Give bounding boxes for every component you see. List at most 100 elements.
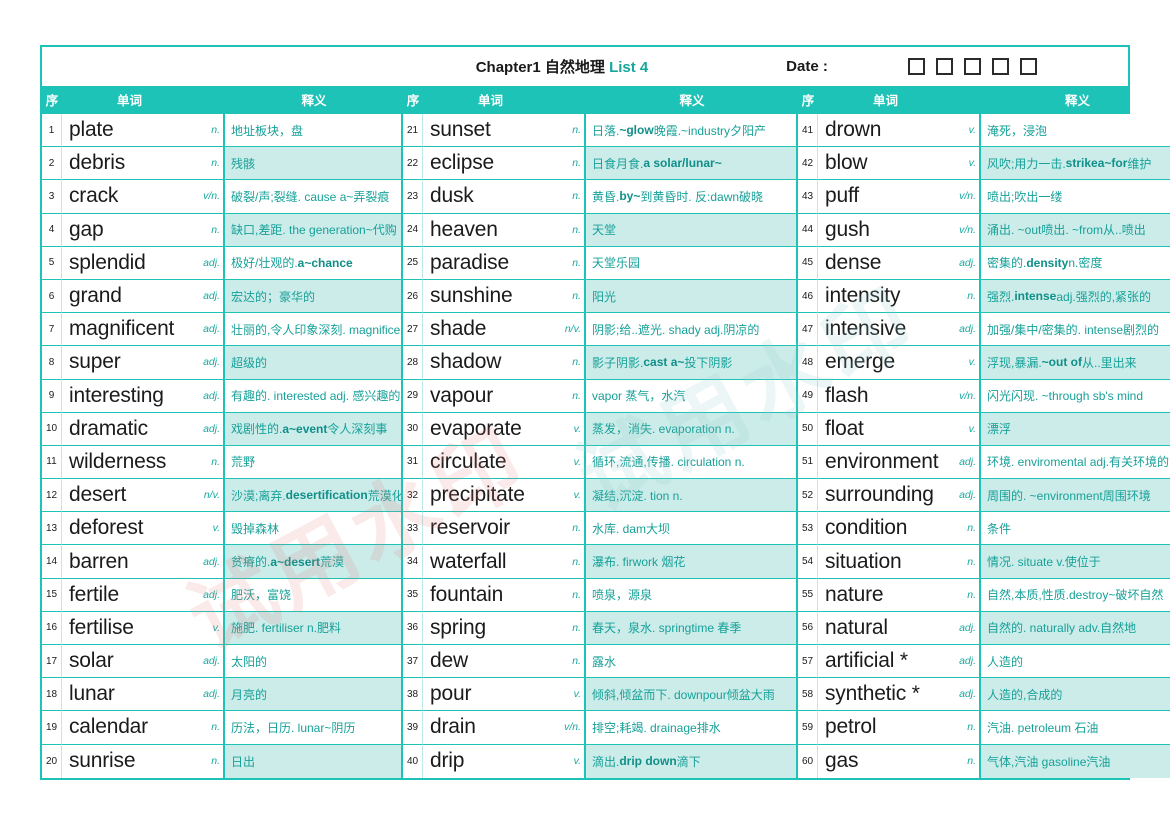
entry-word[interactable]: splendid bbox=[62, 246, 197, 280]
entry-word[interactable]: sunshine bbox=[423, 279, 558, 314]
entry-word[interactable]: drip bbox=[423, 744, 558, 778]
row-block: 50 float v. 漂浮 bbox=[798, 412, 1170, 446]
row-block: 38 pour v. 倾斜,倾盆而下. downpour倾盆大雨 bbox=[403, 678, 798, 712]
entry-word[interactable]: petrol bbox=[818, 711, 953, 745]
entry-word[interactable]: surrounding bbox=[818, 479, 953, 513]
row-block: 6 grand adj. 宏达的；豪华的 bbox=[42, 279, 403, 314]
row-block: 58 synthetic * adj. 人造的,合成的 bbox=[798, 678, 1170, 712]
entry-word[interactable]: environment bbox=[818, 445, 953, 480]
entry-number: 24 bbox=[403, 213, 423, 247]
entry-word[interactable]: pour bbox=[423, 678, 558, 712]
entry-word[interactable]: shadow bbox=[423, 346, 558, 380]
date-checkbox-2[interactable] bbox=[936, 58, 953, 75]
entry-word[interactable]: sunrise bbox=[62, 744, 197, 778]
entry-word[interactable]: dramatic bbox=[62, 412, 197, 446]
entry-word[interactable]: interesting bbox=[62, 379, 197, 413]
entry-word[interactable]: vapour bbox=[423, 379, 558, 413]
date-checkbox-5[interactable] bbox=[1020, 58, 1037, 75]
entry-word[interactable]: blow bbox=[818, 147, 953, 181]
entry-word[interactable]: crack bbox=[62, 180, 197, 214]
entry-definition: 漂浮 bbox=[981, 412, 1170, 446]
entry-word[interactable]: condition bbox=[818, 512, 953, 546]
entry-word[interactable]: waterfall bbox=[423, 545, 558, 579]
entry-word[interactable]: drown bbox=[818, 114, 953, 148]
entry-word[interactable]: dusk bbox=[423, 180, 558, 214]
entry-word[interactable]: reservoir bbox=[423, 512, 558, 546]
entry-word[interactable]: emerge bbox=[818, 346, 953, 380]
entry-number: 5 bbox=[42, 246, 62, 280]
date-checkbox-4[interactable] bbox=[992, 58, 1009, 75]
entry-number: 39 bbox=[403, 711, 423, 745]
entry-definition: 沙漠;离弃. desertification 荒漠化 bbox=[225, 479, 403, 513]
entry-word[interactable]: lunar bbox=[62, 678, 197, 712]
entry-word[interactable]: spring bbox=[423, 611, 558, 645]
entry-word[interactable]: heaven bbox=[423, 213, 558, 247]
row-block: 13 deforest v. 毁掉森林 bbox=[42, 512, 403, 546]
entry-word[interactable]: grand bbox=[62, 279, 197, 314]
entry-word[interactable]: wilderness bbox=[62, 445, 197, 480]
entry-word[interactable]: debris bbox=[62, 147, 197, 181]
entry-word[interactable]: evaporate bbox=[423, 412, 558, 446]
entry-word[interactable]: artificial * bbox=[818, 645, 953, 679]
entry-word[interactable]: plate bbox=[62, 114, 197, 148]
header-seq-2: 序 bbox=[406, 94, 420, 108]
entry-definition: 排空;耗竭. drainage排水 bbox=[586, 711, 798, 745]
entry-number: 23 bbox=[403, 180, 423, 214]
header-word-2: 单词 bbox=[477, 94, 503, 108]
entry-word[interactable]: situation bbox=[818, 545, 953, 579]
entry-definition: 极好/壮观的. a~chance bbox=[225, 246, 403, 280]
entry-word[interactable]: float bbox=[818, 412, 953, 446]
entry-word[interactable]: gap bbox=[62, 213, 197, 247]
entry-definition: 滴出. drip down 滴下 bbox=[586, 744, 798, 778]
row-block: 7 magnificent adj. 壮丽的,令人印象深刻. magnificence bbox=[42, 313, 403, 347]
entry-word[interactable]: synthetic * bbox=[818, 678, 953, 712]
entry-word[interactable]: calendar bbox=[62, 711, 197, 745]
table-row: 17 solar adj. 太阳的 37 dew n. 露水 57 artificial * adj… bbox=[42, 645, 1170, 679]
entry-word[interactable]: intensive bbox=[818, 313, 953, 347]
entry-word[interactable]: magnificent bbox=[62, 313, 197, 347]
entry-word[interactable]: nature bbox=[818, 578, 953, 612]
entry-word[interactable]: gush bbox=[818, 213, 953, 247]
date-checkbox-3[interactable] bbox=[964, 58, 981, 75]
entry-definition: 残骸 bbox=[225, 147, 403, 181]
entry-word[interactable]: deforest bbox=[62, 512, 197, 546]
entry-definition: vapor 蒸气，水汽 bbox=[586, 379, 798, 413]
entry-word[interactable]: barren bbox=[62, 545, 197, 579]
entry-number: 17 bbox=[42, 645, 62, 679]
entry-word[interactable]: fountain bbox=[423, 578, 558, 612]
entry-word[interactable]: gas bbox=[818, 744, 953, 778]
entry-word[interactable]: dense bbox=[818, 246, 953, 280]
entry-word[interactable]: fertilise bbox=[62, 611, 197, 645]
entry-word[interactable]: sunset bbox=[423, 114, 558, 148]
entry-number: 34 bbox=[403, 545, 423, 579]
entry-word[interactable]: flash bbox=[818, 379, 953, 413]
entry-definition: 加强/集中/密集的. intense剧烈的 bbox=[981, 313, 1170, 347]
entry-number: 9 bbox=[42, 379, 62, 413]
entry-word[interactable]: precipitate bbox=[423, 479, 558, 513]
entry-word[interactable]: natural bbox=[818, 611, 953, 645]
entry-word[interactable]: fertile bbox=[62, 578, 197, 612]
entry-word[interactable]: desert bbox=[62, 479, 197, 513]
entry-word[interactable]: drain bbox=[423, 711, 558, 745]
entry-word[interactable]: intensity bbox=[818, 279, 953, 314]
entry-number: 13 bbox=[42, 512, 62, 546]
entry-definition: 喷泉，源泉 bbox=[586, 578, 798, 612]
header-seq-3: 序 bbox=[801, 94, 815, 108]
entry-word[interactable]: dew bbox=[423, 645, 558, 679]
entry-word[interactable]: shade bbox=[423, 313, 558, 347]
date-checkbox-1[interactable] bbox=[908, 58, 925, 75]
entry-word[interactable]: paradise bbox=[423, 246, 558, 280]
table-row: 12 desert n/v. 沙漠;离弃. desertification 荒漠化 32 pr… bbox=[42, 479, 1170, 513]
chapter-title: Chapter1 自然地理 bbox=[475, 59, 605, 76]
entry-word[interactable]: solar bbox=[62, 645, 197, 679]
entry-word[interactable]: puff bbox=[818, 180, 953, 214]
entry-part-of-speech: n/v. bbox=[558, 313, 586, 347]
row-block: 43 puff v/n. 喷出;吹出一缕 bbox=[798, 180, 1170, 214]
entry-number: 50 bbox=[798, 412, 818, 446]
vocabulary-sheet: Chapter1 自然地理 List 4 Date : 序 单词 释义 序 单词… bbox=[40, 45, 1170, 780]
entry-number: 3 bbox=[42, 180, 62, 214]
entry-word[interactable]: circulate bbox=[423, 445, 558, 480]
entry-word[interactable]: super bbox=[62, 346, 197, 380]
entry-part-of-speech: v. bbox=[558, 479, 586, 513]
entry-word[interactable]: eclipse bbox=[423, 147, 558, 181]
